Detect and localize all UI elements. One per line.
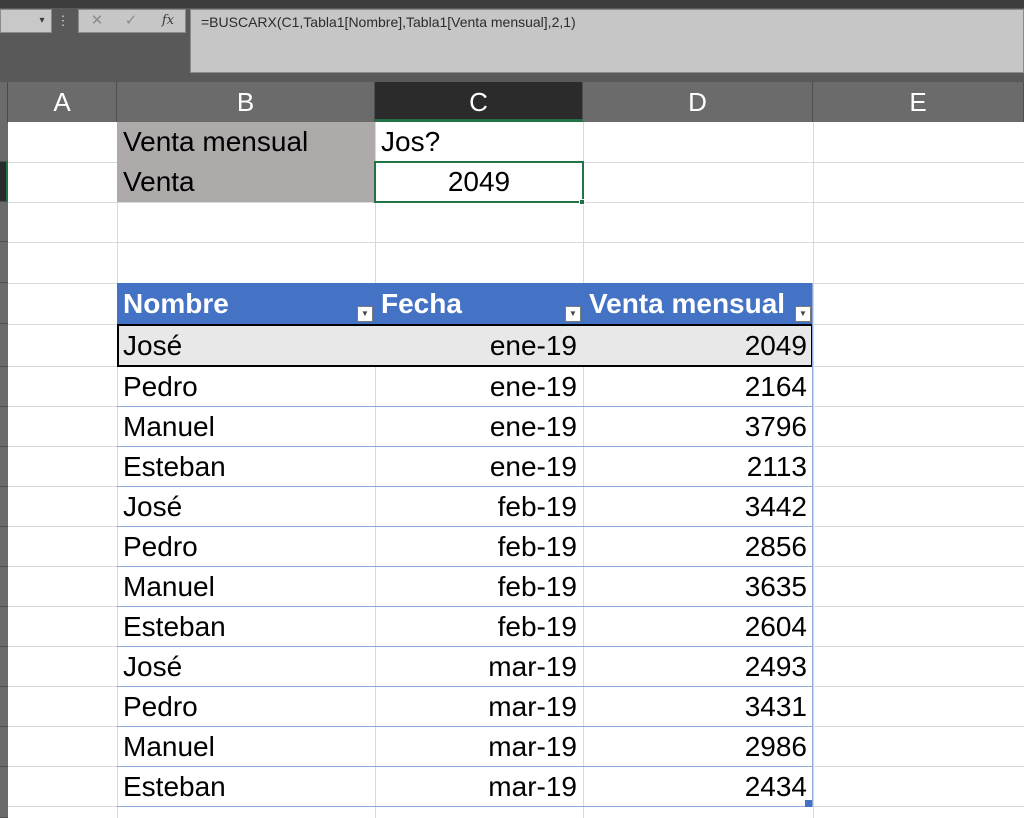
row-header[interactable]	[0, 122, 8, 162]
table-cell-nombre[interactable]: José	[117, 647, 375, 687]
table-cell-nombre[interactable]: Pedro	[117, 367, 375, 407]
table-cell-venta[interactable]: 2604	[583, 607, 813, 647]
table-cell-fecha[interactable]: ene-19	[375, 367, 583, 407]
table-header-venta-mensual[interactable]: Venta mensual	[583, 283, 813, 324]
formula-text: =BUSCARX(C1,Tabla1[Nombre],Tabla1[Venta …	[201, 14, 576, 30]
cancel-icon[interactable]: ✕	[86, 9, 108, 33]
table-cell-venta[interactable]: 2164	[583, 367, 813, 407]
more-options-icon[interactable]: ⋮	[55, 9, 71, 33]
table-cell-nombre[interactable]: José	[117, 487, 375, 527]
row-header[interactable]	[0, 527, 8, 567]
gridline	[8, 242, 1024, 243]
row-header[interactable]	[0, 367, 8, 407]
filter-dropdown-icon[interactable]: ▼	[357, 306, 373, 322]
table-cell-venta[interactable]: 2986	[583, 727, 813, 767]
chevron-down-icon[interactable]: ▾	[34, 11, 50, 31]
table-cell-venta[interactable]: 2113	[583, 447, 813, 487]
table-cell-nombre[interactable]: Pedro	[117, 527, 375, 567]
table-cell-nombre[interactable]: Pedro	[117, 687, 375, 727]
column-header-e[interactable]: E	[813, 82, 1024, 122]
row-header[interactable]	[0, 324, 8, 367]
row-header[interactable]	[0, 767, 8, 818]
table-cell-fecha[interactable]: ene-19	[375, 447, 583, 487]
row-header[interactable]	[0, 727, 8, 767]
table-resize-handle[interactable]	[805, 800, 812, 807]
table-header-fecha[interactable]: Fecha	[375, 283, 583, 324]
table-cell-nombre[interactable]: Manuel	[117, 567, 375, 607]
row-header[interactable]	[0, 407, 8, 447]
row-header[interactable]	[0, 447, 8, 487]
fill-handle[interactable]	[579, 199, 585, 205]
table-cell-venta[interactable]: 3796	[583, 407, 813, 447]
lookup-label-venta-mensual[interactable]: Venta mensual	[117, 122, 375, 162]
table-cell-nombre[interactable]: Manuel	[117, 727, 375, 767]
table-cell-venta[interactable]: 2493	[583, 647, 813, 687]
table-cell-fecha[interactable]: ene-19	[375, 407, 583, 447]
filter-dropdown-icon[interactable]: ▼	[795, 306, 811, 322]
table-header-nombre[interactable]: Nombre	[117, 283, 375, 324]
column-header-d[interactable]: D	[583, 82, 813, 122]
enter-check-icon[interactable]: ✓	[120, 9, 142, 33]
gridline	[813, 122, 814, 818]
table-cell-fecha[interactable]: mar-19	[375, 687, 583, 727]
table-cell-nombre[interactable]: Manuel	[117, 407, 375, 447]
row-header[interactable]	[0, 242, 8, 283]
selected-row-outline	[117, 324, 813, 367]
table-cell-venta[interactable]: 3431	[583, 687, 813, 727]
select-all-corner[interactable]	[0, 82, 8, 122]
table-cell-nombre[interactable]: Esteban	[117, 447, 375, 487]
column-header-b[interactable]: B	[117, 82, 375, 122]
table-cell-fecha[interactable]: mar-19	[375, 647, 583, 687]
table-cell-fecha[interactable]: feb-19	[375, 487, 583, 527]
row-header[interactable]	[0, 607, 8, 647]
table-cell-fecha[interactable]: mar-19	[375, 767, 583, 807]
row-header[interactable]	[0, 487, 8, 527]
lookup-result-cell[interactable]: 2049	[374, 161, 584, 203]
row-header[interactable]	[0, 202, 8, 242]
filter-dropdown-icon[interactable]: ▼	[565, 306, 581, 322]
lookup-input-name[interactable]: Jos?	[375, 122, 583, 162]
insert-function-icon[interactable]: fx	[155, 9, 181, 33]
table-cell-nombre[interactable]: Esteban	[117, 767, 375, 807]
lookup-label-venta[interactable]: Venta	[117, 162, 375, 202]
row-header-selected[interactable]	[0, 162, 8, 202]
row-header[interactable]	[0, 687, 8, 727]
table-cell-fecha[interactable]: feb-19	[375, 567, 583, 607]
table-cell-fecha[interactable]: feb-19	[375, 527, 583, 567]
table-border	[812, 283, 813, 807]
row-header[interactable]	[0, 567, 8, 607]
table-cell-nombre[interactable]: Esteban	[117, 607, 375, 647]
column-header-c[interactable]: C	[375, 82, 583, 122]
table-cell-venta[interactable]: 3635	[583, 567, 813, 607]
table-cell-fecha[interactable]: feb-19	[375, 607, 583, 647]
table-cell-venta[interactable]: 3442	[583, 487, 813, 527]
table-cell-venta[interactable]: 2434	[583, 767, 813, 807]
table-cell-venta[interactable]: 2856	[583, 527, 813, 567]
table-cell-fecha[interactable]: mar-19	[375, 727, 583, 767]
column-header-a[interactable]: A	[8, 82, 117, 122]
row-header[interactable]	[0, 647, 8, 687]
row-header[interactable]	[0, 283, 8, 324]
ribbon-edge	[0, 0, 1024, 8]
